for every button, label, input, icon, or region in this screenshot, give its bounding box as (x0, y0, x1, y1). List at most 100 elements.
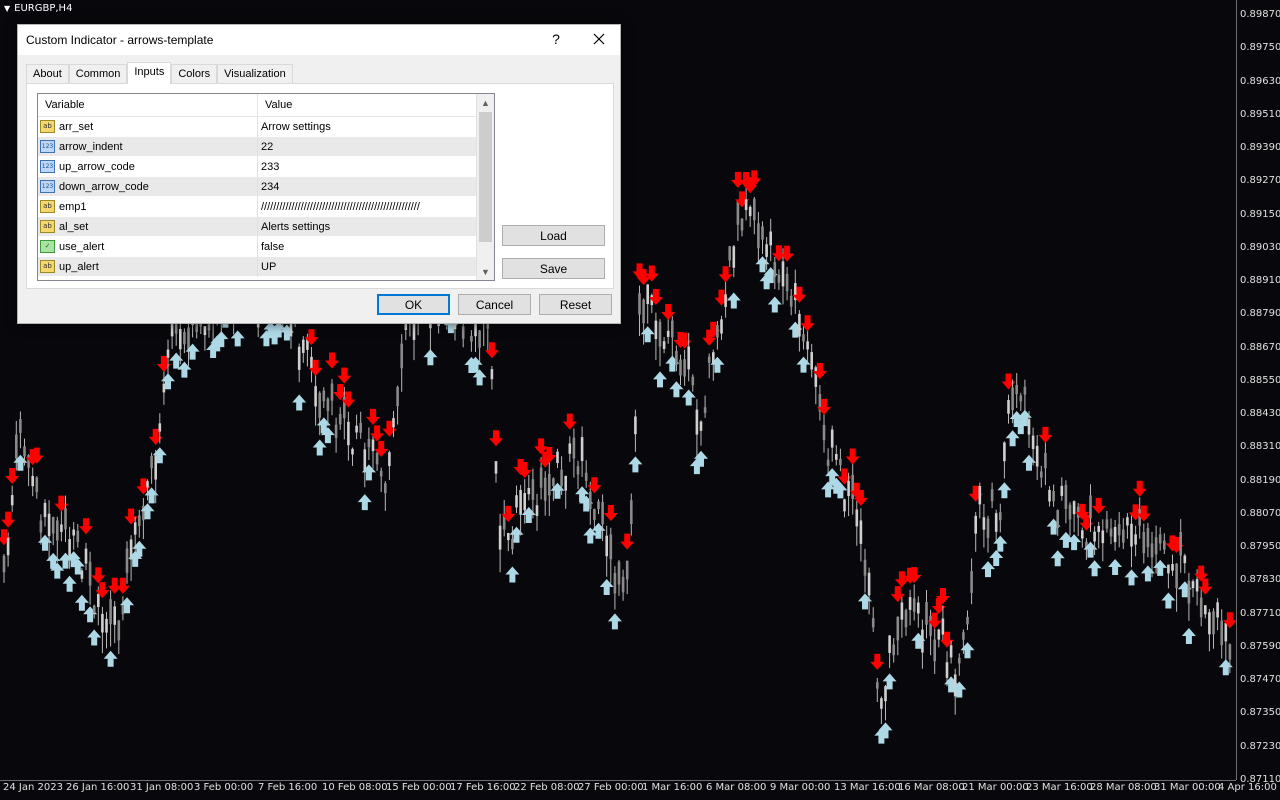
chart-menu-triangle-icon[interactable]: ▼ (4, 4, 10, 13)
candle-body (23, 446, 26, 457)
ok-button[interactable]: OK (377, 294, 450, 315)
variable-value[interactable]: ////////////////////////////////////////… (258, 201, 474, 213)
scroll-down-icon[interactable]: ▼ (477, 263, 494, 280)
down-arrow-icon (1038, 426, 1053, 443)
save-button[interactable]: Save (502, 258, 605, 279)
up-arrow-icon (1161, 592, 1176, 609)
candle-body (1044, 452, 1047, 469)
input-row[interactable]: 123 up_arrow_code 233 (38, 156, 494, 177)
candle-body (1220, 620, 1223, 646)
input-row[interactable]: ab al_set Alerts settings (38, 216, 494, 237)
input-row[interactable]: ab up_alert UP (38, 256, 494, 277)
candle-body (638, 293, 641, 315)
candle-body (937, 629, 941, 640)
up-arrow-icon (357, 494, 372, 511)
candle-body (363, 449, 367, 471)
candle-body (1195, 579, 1199, 592)
variable-value[interactable]: Alerts settings (258, 221, 474, 233)
grid-scrollbar[interactable]: ▲ ▼ (476, 94, 494, 280)
scrollbar-thumb[interactable] (479, 112, 492, 242)
down-arrow-icon (5, 467, 20, 484)
candle-body (1216, 602, 1219, 618)
down-arrow-icon (661, 304, 676, 321)
variable-value[interactable]: 233 (258, 161, 474, 173)
candle-body (982, 517, 986, 530)
time-axis-label: 4 Apr 16:00 (1218, 782, 1277, 793)
candle-body (863, 559, 867, 576)
candle-body (584, 472, 588, 481)
candle-body (605, 535, 608, 557)
up-arrow-icon (292, 394, 307, 411)
candle-body (1019, 395, 1023, 402)
candle-body (1056, 510, 1059, 529)
input-row[interactable]: 123 arrow_indent 22 (38, 136, 494, 157)
load-button[interactable]: Load (502, 225, 605, 246)
down-arrow-icon (325, 352, 339, 369)
variable-value[interactable]: false (258, 241, 474, 253)
candle-body (630, 500, 633, 524)
candle-body (884, 686, 887, 702)
time-axis-label: 31 Mar 00:00 (1154, 782, 1221, 793)
down-arrow-icon (1132, 480, 1147, 497)
reset-button[interactable]: Reset (539, 294, 612, 315)
candle-body (851, 474, 854, 499)
candle-body (76, 530, 80, 542)
input-row[interactable]: ab arr_set Arrow settings (38, 116, 494, 137)
candle-body (880, 698, 883, 709)
time-axis-label: 17 Feb 16:00 (450, 782, 516, 793)
candle-body (1113, 526, 1117, 543)
candle-body (695, 409, 699, 435)
candle-body (802, 334, 805, 342)
candle-body (876, 682, 879, 689)
column-header-value[interactable]: Value (258, 94, 474, 116)
tab-about[interactable]: About (26, 64, 69, 84)
candle-body (589, 491, 592, 509)
candle-body (125, 548, 129, 573)
input-row[interactable]: ab emp1 /////////////////////////////////… (38, 196, 494, 217)
price-axis-label: 0.89150 (1240, 208, 1280, 220)
candle-body (822, 424, 826, 441)
candle-body (183, 331, 186, 345)
scroll-up-icon[interactable]: ▲ (477, 94, 494, 111)
integer-type-icon: 123 (40, 180, 55, 193)
time-axis-label: 3 Feb 00:00 (194, 782, 254, 793)
string-type-icon: ab (40, 120, 55, 133)
candle-body (839, 458, 842, 466)
help-button[interactable]: ? (548, 31, 564, 47)
candle-body (388, 452, 391, 467)
candle-body (371, 439, 375, 452)
column-header-variable[interactable]: Variable (38, 94, 258, 116)
candle-body (478, 330, 481, 348)
tab-colors[interactable]: Colors (171, 64, 218, 84)
variable-value[interactable]: 22 (258, 141, 474, 153)
tab-visualization[interactable]: Visualization (217, 64, 293, 84)
dialog-titlebar[interactable]: Custom Indicator - arrows-template ? (18, 25, 620, 55)
candle-body (297, 346, 301, 370)
tab-common[interactable]: Common (68, 64, 128, 84)
up-arrow-icon (767, 296, 782, 313)
candle-body (728, 246, 731, 261)
tab-inputs[interactable]: Inputs (127, 62, 172, 84)
candle-body (798, 313, 801, 337)
candle-body (826, 459, 830, 466)
variable-name: up_arrow_code (59, 160, 135, 173)
variable-value[interactable]: Arrow settings (258, 121, 474, 133)
candle-body (347, 421, 350, 446)
up-arrow-icon (1108, 559, 1123, 576)
variable-value[interactable]: 234 (258, 181, 474, 193)
cancel-button[interactable]: Cancel (458, 294, 531, 315)
time-axis-label: 21 Mar 00:00 (962, 782, 1029, 793)
input-row[interactable]: ✓ use_alert false (38, 236, 494, 257)
candle-body (31, 475, 34, 487)
candle-body (949, 645, 953, 658)
up-arrow-icon (669, 381, 684, 398)
candle-body (490, 369, 494, 380)
candle-body (535, 505, 539, 516)
candle-body (990, 489, 994, 502)
candle-body (1031, 435, 1035, 449)
up-arrow-icon (230, 330, 245, 347)
variable-value[interactable]: UP (258, 261, 474, 273)
input-row[interactable]: 123 down_arrow_code 234 (38, 176, 494, 197)
price-axis-label: 0.87470 (1240, 674, 1280, 686)
close-button[interactable] (588, 29, 610, 49)
